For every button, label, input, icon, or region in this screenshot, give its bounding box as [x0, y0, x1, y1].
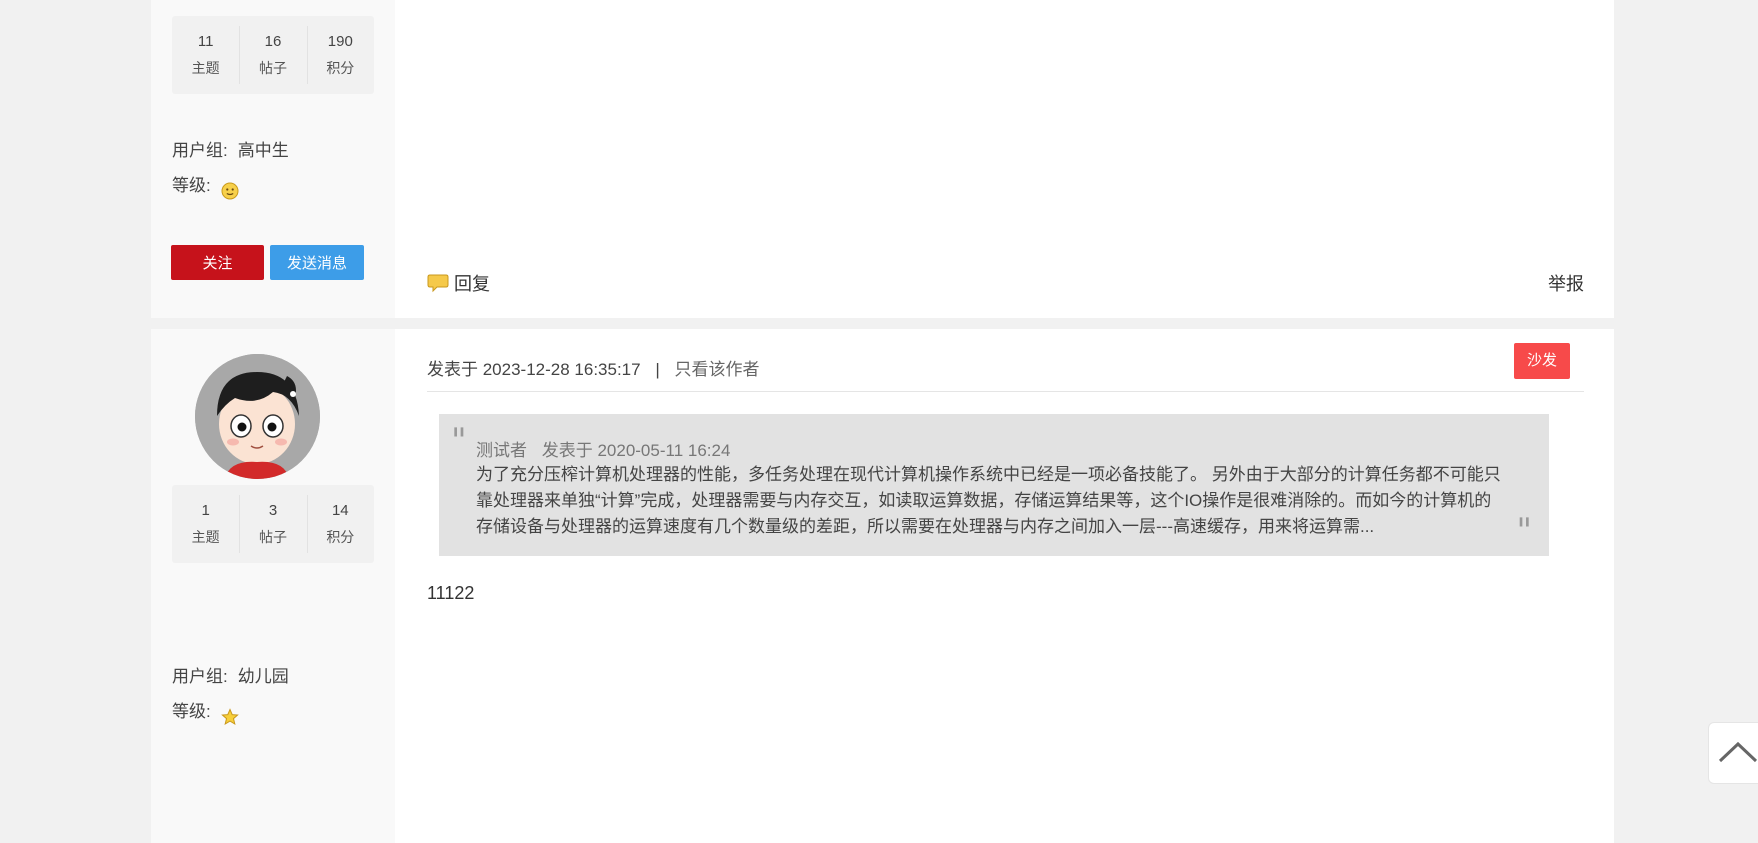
author-stats: 1 主题 3 帖子 14 积分	[172, 485, 374, 563]
post-date: 发表于 2023-12-28 16:35:17	[427, 360, 641, 379]
stat-label: 主题	[191, 529, 220, 545]
level-row: 等级:	[172, 168, 289, 203]
usergroup-label: 用户组:	[172, 667, 228, 686]
comment-bubble-icon	[427, 274, 449, 293]
stat-value: 14	[331, 502, 349, 519]
stat-value: 190	[327, 33, 353, 50]
usergroup-label: 用户组:	[172, 141, 228, 160]
usergroup-value: 高中生	[237, 141, 289, 160]
usergroup-value: 幼儿园	[237, 667, 289, 686]
meta-separator: |	[655, 360, 660, 379]
stat-posts[interactable]: 3 帖子	[239, 485, 306, 563]
meta-divider	[427, 391, 1584, 392]
stat-value: 11	[197, 33, 214, 50]
reply-label: 回复	[454, 274, 490, 294]
stat-value: 16	[264, 33, 282, 50]
post-body: 11122	[427, 583, 475, 603]
stat-label: 积分	[326, 529, 355, 545]
post-card: 11 主题 16 帖子 190 积分 用户组: 高中生 等级: 关注 发送消息 …	[151, 0, 1614, 318]
cartoon-avatar-icon[interactable]	[195, 354, 320, 479]
star-icon	[220, 703, 239, 725]
post-meta: 发表于 2023-12-28 16:35:17 | 只看该作者	[427, 355, 759, 380]
stat-topics[interactable]: 1 主题	[172, 485, 239, 563]
quote-author: 测试者	[476, 441, 527, 460]
stat-label: 帖子	[258, 529, 287, 545]
author-info: 用户组: 高中生 等级:	[172, 133, 289, 203]
usergroup-row: 用户组: 幼儿园	[172, 659, 289, 694]
follow-button[interactable]: 关注	[171, 245, 264, 280]
send-message-button[interactable]: 发送消息	[270, 245, 364, 280]
author-stats: 11 主题 16 帖子 190 积分	[172, 16, 374, 94]
quote-body: 为了充分压榨计算机处理器的性能，多任务处理在现代计算机操作系统中已经是一项必备技…	[476, 465, 1501, 536]
quote-block: " 测试者 发表于 2020-05-11 16:24 为了充分压榨计算机处理器的…	[439, 414, 1549, 556]
quote-date: 发表于 2020-05-11 16:24	[541, 441, 731, 460]
level-label: 等级:	[172, 176, 211, 195]
author-sidebar: 11 主题 16 帖子 190 积分 用户组: 高中生 等级: 关注 发送消息	[151, 0, 395, 318]
author-sidebar: 小白 1 主题 3 帖子 14 积分 用户组: 幼儿园	[151, 329, 395, 843]
usergroup-row: 用户组: 高中生	[172, 133, 289, 168]
quote-header: 测试者 发表于 2020-05-11 16:24	[476, 436, 730, 461]
stat-value: 3	[268, 502, 278, 519]
thread-container: 11 主题 16 帖子 190 积分 用户组: 高中生 等级: 关注 发送消息 …	[151, 0, 1614, 843]
post-content: 回复 举报	[395, 0, 1614, 318]
quote-open-icon: "	[451, 421, 467, 461]
stat-label: 帖子	[258, 60, 287, 76]
reply-link[interactable]: 回复	[427, 270, 490, 296]
stat-label: 主题	[191, 60, 220, 76]
stat-value: 1	[201, 502, 210, 519]
post-content: 发表于 2023-12-28 16:35:17 | 只看该作者 沙发 " 测试者…	[395, 329, 1614, 843]
stat-topics[interactable]: 11 主题	[172, 16, 239, 94]
level-label: 等级:	[172, 702, 211, 721]
author-info: 用户组: 幼儿园 等级:	[172, 659, 289, 729]
stat-posts[interactable]: 16 帖子	[239, 16, 306, 94]
smiley-face-icon	[221, 177, 239, 199]
floor-badge: 沙发	[1514, 343, 1570, 379]
stat-label: 积分	[326, 60, 355, 76]
level-row: 等级:	[172, 694, 289, 729]
only-author-link[interactable]: 只看该作者	[674, 360, 759, 379]
back-to-top-button[interactable]	[1708, 722, 1758, 784]
stat-points[interactable]: 190 积分	[306, 16, 374, 94]
stat-points[interactable]: 14 积分	[306, 485, 374, 563]
post-card: 小白 1 主题 3 帖子 14 积分 用户组: 幼儿园	[151, 329, 1614, 843]
quote-close-icon: "	[1516, 511, 1532, 551]
chevron-up-icon	[1718, 741, 1758, 763]
report-link[interactable]: 举报	[1548, 270, 1584, 296]
